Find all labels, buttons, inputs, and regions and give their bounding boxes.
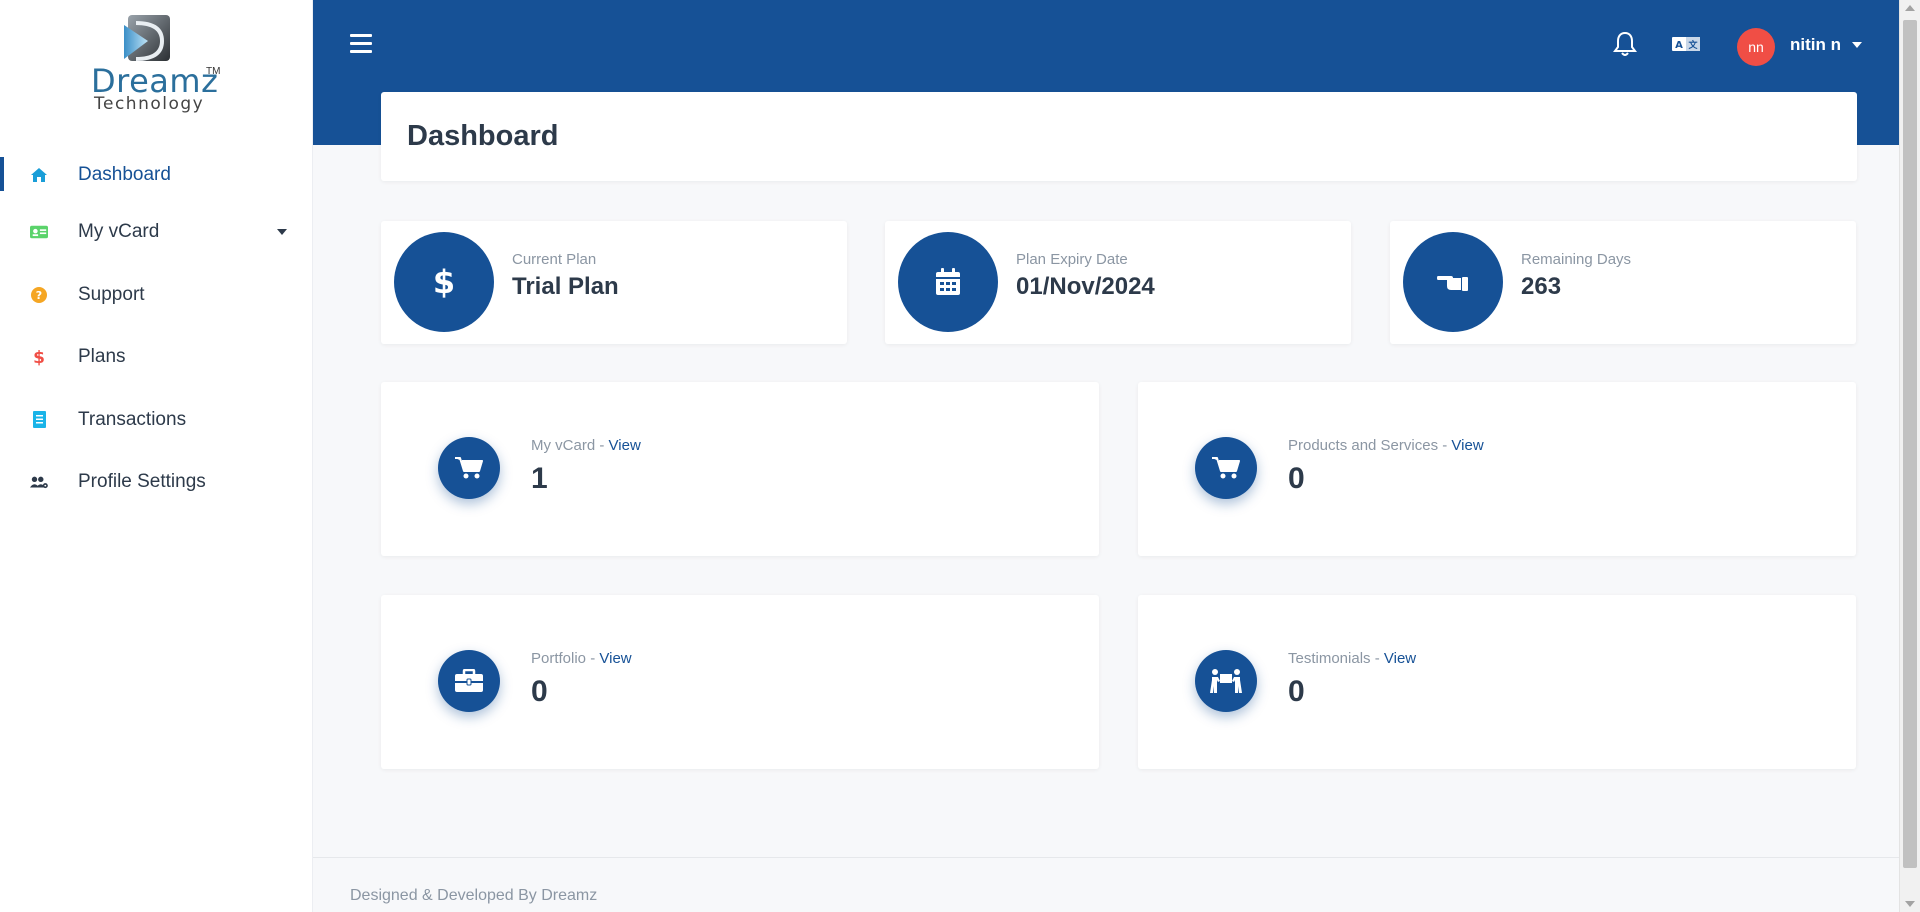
testimonials-count-card: Testimonials - View 0 — [1138, 595, 1856, 769]
calendar-icon — [936, 268, 960, 295]
count-label: Products and Services — [1288, 437, 1439, 454]
remaining-days-card: Remaining Days 263 — [1390, 221, 1856, 344]
sidebar-item-label: Transactions — [78, 408, 187, 430]
briefcase-icon — [455, 669, 483, 692]
count-label-line: My vCard - View — [531, 437, 641, 454]
count-label: Testimonials — [1288, 650, 1371, 667]
sidebar-nav: Dashboard My vCard ? Support $ Plans Tra… — [0, 149, 313, 514]
products-services-count-card: Products and Services - View 0 — [1138, 382, 1856, 556]
sidebar-item-support[interactable]: ? Support — [0, 264, 313, 327]
sidebar-item-label: Dashboard — [78, 164, 171, 185]
hand-pointer-icon — [1437, 276, 1468, 291]
count-icon-circle — [438, 650, 500, 712]
svg-text:?: ? — [36, 289, 42, 302]
svg-text:$: $ — [433, 265, 455, 299]
cart-icon — [1212, 457, 1240, 479]
count-separator: - — [595, 437, 609, 454]
user-avatar[interactable]: nn — [1737, 28, 1775, 66]
count-icon-circle — [1195, 650, 1257, 712]
svg-text:$: $ — [33, 348, 45, 366]
svg-text:A: A — [1675, 40, 1683, 51]
stat-value: 01/Nov/2024 — [1016, 273, 1155, 300]
people-carry-icon — [1210, 669, 1242, 693]
page-title: Dashboard — [407, 120, 559, 152]
receipt-icon — [30, 411, 48, 429]
svg-text:文: 文 — [1687, 39, 1698, 51]
home-icon — [30, 166, 48, 184]
stat-icon-circle — [1403, 232, 1503, 332]
stat-label: Current Plan — [512, 251, 597, 268]
sidebar-item-plans[interactable]: $ Plans — [0, 326, 313, 389]
language-icon[interactable]: A 文 — [1671, 34, 1701, 54]
view-link[interactable]: View — [1384, 650, 1416, 667]
stat-icon-circle — [898, 232, 998, 332]
view-link[interactable]: View — [599, 650, 631, 667]
current-plan-card: $ Current Plan Trial Plan — [381, 221, 847, 344]
plan-expiry-card: Plan Expiry Date 01/Nov/2024 — [885, 221, 1351, 344]
count-icon-circle — [1195, 437, 1257, 499]
count-value: 1 — [531, 462, 548, 495]
sidebar: Dreamz TM Technology Dashboard My vCard … — [0, 0, 313, 912]
stat-value: 263 — [1521, 273, 1562, 300]
scroll-down-arrow-icon[interactable] — [1905, 901, 1915, 907]
brand-subtitle: Technology — [94, 94, 205, 114]
page-footer: Designed & Developed By Dreamz — [313, 857, 1899, 912]
bell-icon[interactable] — [1613, 31, 1637, 57]
dollar-icon: $ — [30, 348, 48, 366]
count-separator: - — [1438, 437, 1452, 454]
dollar-icon: $ — [433, 265, 455, 299]
stat-value: Trial Plan — [512, 273, 619, 300]
count-label-line: Products and Services - View — [1288, 437, 1484, 454]
count-separator: - — [1370, 650, 1384, 667]
stat-icon-circle: $ — [394, 232, 494, 332]
users-cog-icon — [30, 473, 48, 491]
sidebar-item-label: My vCard — [78, 221, 160, 243]
count-label: My vCard — [531, 437, 596, 454]
scrollbar-thumb[interactable] — [1903, 20, 1917, 868]
sidebar-item-transactions[interactable]: Transactions — [0, 389, 313, 452]
hamburger-menu-icon[interactable] — [350, 34, 372, 54]
footer-credit: Designed & Developed By Dreamz — [350, 887, 598, 904]
vertical-scrollbar[interactable] — [1899, 0, 1920, 912]
sidebar-item-label: Profile Settings — [78, 471, 206, 493]
scroll-up-arrow-icon[interactable] — [1905, 5, 1915, 11]
my-vcard-count-card: My vCard - View 1 — [381, 382, 1099, 556]
brand-logo[interactable]: Dreamz TM Technology — [0, 0, 313, 140]
count-label: Portfolio — [531, 650, 587, 667]
count-separator: - — [586, 650, 600, 667]
view-link[interactable]: View — [1451, 437, 1483, 454]
count-label-line: Portfolio - View — [531, 650, 632, 667]
stat-label: Remaining Days — [1521, 251, 1632, 268]
sidebar-item-profile-settings[interactable]: Profile Settings — [0, 451, 313, 514]
count-value: 0 — [1288, 462, 1305, 495]
count-value: 0 — [531, 675, 548, 708]
user-menu-name[interactable]: nitin n — [1790, 35, 1841, 55]
chevron-down-icon[interactable] — [1852, 42, 1862, 48]
count-label-line: Testimonials - View — [1288, 650, 1416, 667]
sidebar-item-my-vcard[interactable]: My vCard — [0, 201, 313, 264]
count-value: 0 — [1288, 675, 1305, 708]
portfolio-count-card: Portfolio - View 0 — [381, 595, 1099, 769]
view-link[interactable]: View — [609, 437, 641, 454]
sidebar-item-dashboard[interactable]: Dashboard — [0, 149, 313, 201]
chevron-down-icon[interactable] — [277, 229, 287, 236]
dreamz-logo-mark-icon — [124, 15, 170, 61]
count-icon-circle — [438, 437, 500, 499]
stat-label: Plan Expiry Date — [1016, 251, 1128, 268]
sidebar-item-label: Support — [78, 283, 145, 305]
id-card-icon — [30, 223, 48, 241]
page-title-card: Dashboard — [381, 92, 1857, 181]
brand-trademark: TM — [206, 66, 221, 77]
sidebar-item-label: Plans — [78, 346, 126, 368]
question-circle-icon: ? — [30, 286, 48, 304]
cart-icon — [455, 457, 483, 479]
